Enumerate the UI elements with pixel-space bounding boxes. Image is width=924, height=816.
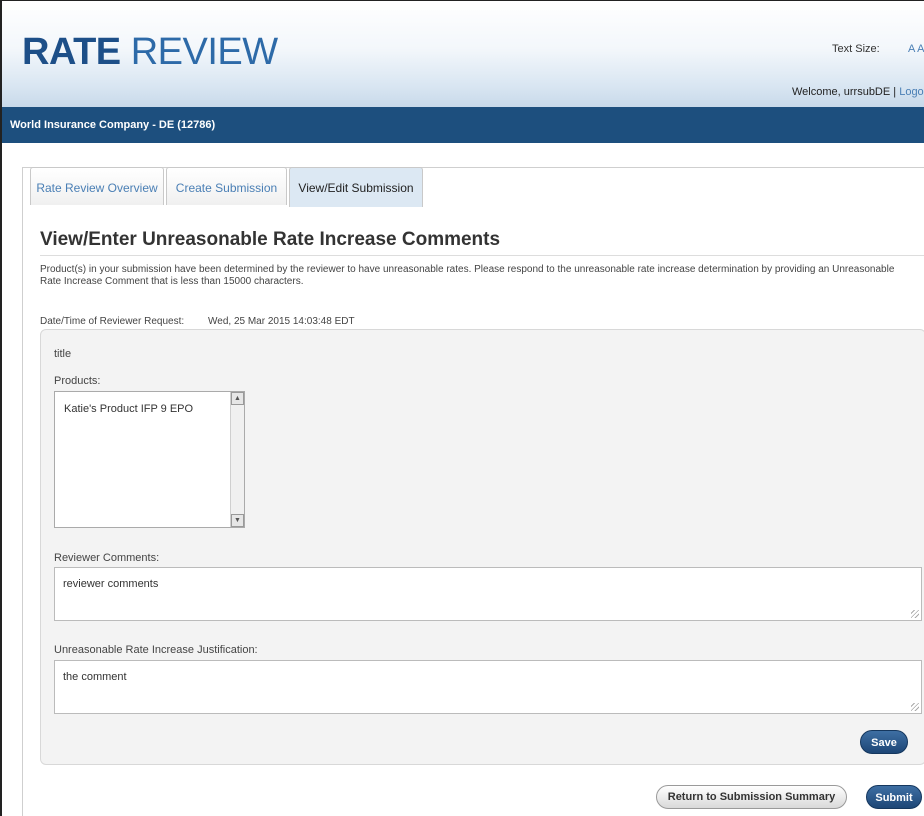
company-bar: World Insurance Company - DE (12786) (2, 107, 924, 143)
welcome-text: Welcome, urrsubDE (792, 86, 891, 98)
submit-button[interactable]: Submit (866, 785, 922, 809)
reviewer-comments-label: Reviewer Comments: (54, 552, 160, 564)
justification-label: Unreasonable Rate Increase Justification… (54, 644, 258, 656)
request-date-value: Wed, 25 Mar 2015 14:03:48 EDT (208, 316, 355, 327)
products-listbox[interactable]: Katie's Product IFP 9 EPO ▲ ▼ (54, 391, 245, 528)
tab-view-edit-submission[interactable]: View/Edit Submission (289, 167, 423, 207)
reviewer-comments-field[interactable]: reviewer comments (54, 567, 922, 621)
welcome-separator: | (893, 86, 897, 98)
justification-field[interactable]: the comment (54, 660, 922, 714)
scroll-down-icon[interactable]: ▼ (231, 514, 244, 527)
header: RATE REVIEW Text Size: A A Welcome, urrs… (2, 1, 924, 107)
page-title: View/Enter Unreasonable Rate Increase Co… (40, 229, 501, 250)
tab-create-submission[interactable]: Create Submission (166, 167, 287, 205)
return-to-summary-button[interactable]: Return to Submission Summary (656, 785, 847, 809)
request-date-label: Date/Time of Reviewer Request: (40, 316, 185, 327)
logout-link[interactable]: Logo (899, 86, 923, 98)
products-label: Products: (54, 375, 101, 387)
title-divider (40, 255, 924, 256)
products-scrollbar[interactable]: ▲ ▼ (230, 392, 244, 527)
section-title: title (54, 348, 72, 360)
justification-text: the comment (63, 671, 127, 683)
scroll-up-icon[interactable]: ▲ (231, 392, 244, 405)
product-option[interactable]: Katie's Product IFP 9 EPO (64, 403, 193, 415)
reviewer-comments-text: reviewer comments (63, 578, 159, 590)
logo: RATE REVIEW (22, 31, 278, 73)
resize-grip-icon[interactable] (911, 703, 919, 711)
save-button[interactable]: Save (860, 730, 908, 754)
text-size-label: Text Size: (832, 43, 880, 55)
resize-grip-icon[interactable] (911, 610, 919, 618)
text-size-options[interactable]: A A (908, 43, 924, 55)
welcome-bar: Welcome, urrsubDE | Logo (792, 86, 924, 98)
company-name: World Insurance Company - DE (12786) (10, 119, 216, 131)
intro-text: Product(s) in your submission have been … (40, 264, 895, 287)
app-window: RATE REVIEW Text Size: A A Welcome, urrs… (0, 0, 924, 816)
tab-rate-review-overview[interactable]: Rate Review Overview (30, 167, 164, 205)
